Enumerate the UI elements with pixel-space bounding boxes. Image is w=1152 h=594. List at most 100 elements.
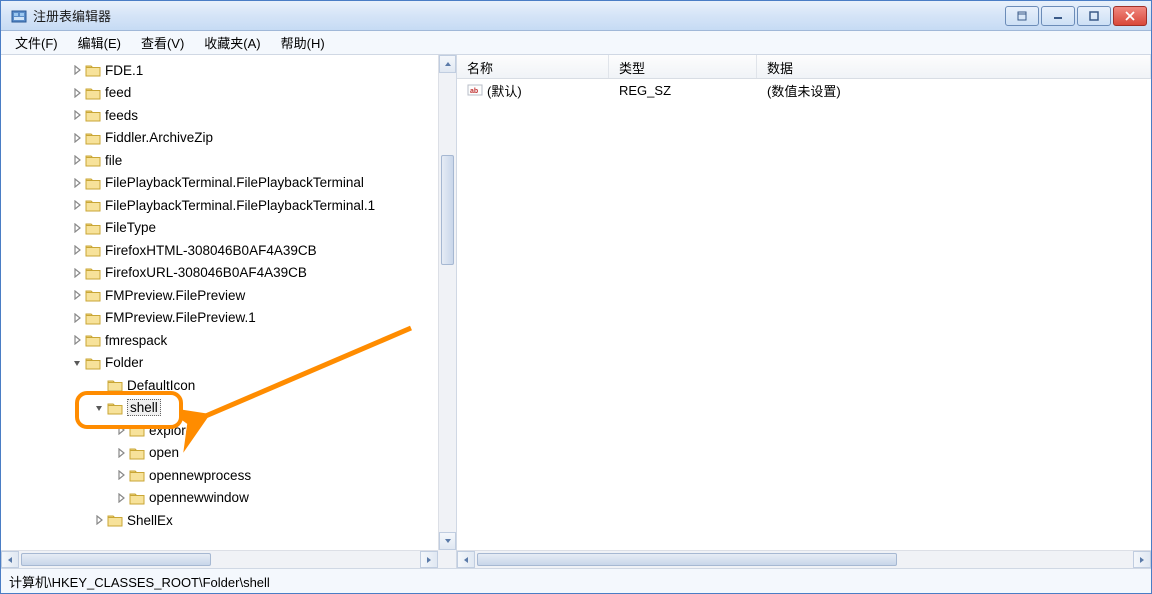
tree-item[interactable]: FMPreview.FilePreview.1 bbox=[1, 307, 438, 330]
tree-item[interactable]: shell bbox=[1, 397, 438, 420]
folder-icon bbox=[107, 401, 123, 415]
chevron-right-icon[interactable] bbox=[71, 87, 83, 99]
chevron-right-icon[interactable] bbox=[71, 132, 83, 144]
list-hscrollbar[interactable] bbox=[457, 550, 1151, 568]
minimize-help-button[interactable] bbox=[1005, 6, 1039, 26]
content-area: FDE.1 feed feedsFiddler.ArchiveZip file File… bbox=[1, 55, 1151, 568]
tree-item[interactable]: FirefoxURL-308046B0AF4A39CB bbox=[1, 262, 438, 285]
chevron-right-icon[interactable] bbox=[71, 177, 83, 189]
folder-icon bbox=[85, 356, 101, 370]
tree-item[interactable]: explore bbox=[1, 419, 438, 442]
tree-item-label: feed bbox=[105, 85, 131, 100]
list-scroll-left-button[interactable] bbox=[457, 551, 475, 568]
scroll-down-button[interactable] bbox=[439, 532, 456, 550]
regedit-icon bbox=[11, 8, 27, 24]
folder-icon bbox=[85, 333, 101, 347]
folder-icon bbox=[85, 63, 101, 77]
expander-none bbox=[93, 379, 105, 391]
tree-item[interactable]: FMPreview.FilePreview bbox=[1, 284, 438, 307]
tree-item[interactable]: FileType bbox=[1, 217, 438, 240]
scroll-right-button[interactable] bbox=[420, 551, 438, 568]
tree-item[interactable]: FilePlaybackTerminal.FilePlaybackTermina… bbox=[1, 194, 438, 217]
tree-view[interactable]: FDE.1 feed feedsFiddler.ArchiveZip file File… bbox=[1, 55, 438, 550]
maximize-button[interactable] bbox=[1077, 6, 1111, 26]
minimize-button[interactable] bbox=[1041, 6, 1075, 26]
chevron-right-icon[interactable] bbox=[71, 154, 83, 166]
tree-item[interactable]: feeds bbox=[1, 104, 438, 127]
tree-item[interactable]: ShellEx bbox=[1, 509, 438, 532]
folder-icon bbox=[129, 468, 145, 482]
column-data-header[interactable]: 数据 bbox=[757, 55, 1151, 78]
tree-item[interactable]: Fiddler.ArchiveZip bbox=[1, 127, 438, 150]
menu-file[interactable]: 文件(F) bbox=[7, 31, 66, 54]
window-controls bbox=[1005, 6, 1147, 26]
chevron-right-icon[interactable] bbox=[71, 222, 83, 234]
chevron-down-icon[interactable] bbox=[71, 357, 83, 369]
tree-hscrollbar[interactable] bbox=[1, 550, 438, 568]
tree-item-label: FileType bbox=[105, 220, 156, 235]
tree-item-label: opennewprocess bbox=[149, 468, 251, 483]
menu-edit[interactable]: 编辑(E) bbox=[70, 31, 129, 54]
chevron-right-icon[interactable] bbox=[71, 199, 83, 211]
folder-icon bbox=[85, 131, 101, 145]
close-button[interactable] bbox=[1113, 6, 1147, 26]
menu-view[interactable]: 查看(V) bbox=[133, 31, 192, 54]
tree-item-label: FirefoxHTML-308046B0AF4A39CB bbox=[105, 243, 317, 258]
column-name-header[interactable]: 名称 bbox=[457, 55, 609, 78]
tree-item-label: FilePlaybackTerminal.FilePlaybackTermina… bbox=[105, 175, 364, 190]
tree-item[interactable]: feed bbox=[1, 82, 438, 105]
tree-item-label: FMPreview.FilePreview bbox=[105, 288, 245, 303]
folder-icon bbox=[85, 243, 101, 257]
window-title: 注册表编辑器 bbox=[33, 6, 1005, 25]
list-scroll-right-button[interactable] bbox=[1133, 551, 1151, 568]
folder-icon bbox=[129, 446, 145, 460]
tree-item[interactable]: fmrespack bbox=[1, 329, 438, 352]
tree-item[interactable]: opennewwindow bbox=[1, 487, 438, 510]
list-cell-data: (数值未设置) bbox=[757, 81, 1151, 100]
svg-text:ab: ab bbox=[470, 88, 478, 95]
tree-item[interactable]: file bbox=[1, 149, 438, 172]
folder-icon bbox=[129, 491, 145, 505]
tree-item[interactable]: FirefoxHTML-308046B0AF4A39CB bbox=[1, 239, 438, 262]
tree-vscrollbar[interactable] bbox=[438, 55, 456, 550]
tree-item[interactable]: FilePlaybackTerminal.FilePlaybackTermina… bbox=[1, 172, 438, 195]
statusbar-path: 计算机\HKEY_CLASSES_ROOT\Folder\shell bbox=[9, 572, 270, 591]
tree-item-label: FilePlaybackTerminal.FilePlaybackTermina… bbox=[105, 198, 375, 213]
tree-item-label: Folder bbox=[105, 355, 143, 370]
chevron-right-icon[interactable] bbox=[71, 289, 83, 301]
tree-item[interactable]: Folder bbox=[1, 352, 438, 375]
tree-item-label: FirefoxURL-308046B0AF4A39CB bbox=[105, 265, 307, 280]
list-header: 名称 类型 数据 bbox=[457, 55, 1151, 79]
chevron-right-icon[interactable] bbox=[71, 64, 83, 76]
tree-vscroll-thumb[interactable] bbox=[441, 155, 454, 265]
chevron-right-icon[interactable] bbox=[71, 312, 83, 324]
chevron-right-icon[interactable] bbox=[115, 447, 127, 459]
chevron-right-icon[interactable] bbox=[93, 514, 105, 526]
menu-favorites[interactable]: 收藏夹(A) bbox=[196, 31, 268, 54]
chevron-right-icon[interactable] bbox=[71, 244, 83, 256]
chevron-right-icon[interactable] bbox=[71, 267, 83, 279]
folder-icon bbox=[85, 108, 101, 122]
list-hscroll-thumb[interactable] bbox=[477, 553, 897, 566]
list-row[interactable]: ab(默认)REG_SZ(数值未设置) bbox=[457, 79, 1151, 101]
scroll-left-button[interactable] bbox=[1, 551, 19, 568]
tree-item-label: file bbox=[105, 153, 122, 168]
chevron-right-icon[interactable] bbox=[115, 424, 127, 436]
chevron-right-icon[interactable] bbox=[115, 492, 127, 504]
scroll-up-button[interactable] bbox=[439, 55, 456, 73]
tree-item[interactable]: open bbox=[1, 442, 438, 465]
tree-item[interactable]: FDE.1 bbox=[1, 59, 438, 82]
chevron-down-icon[interactable] bbox=[93, 402, 105, 414]
chevron-right-icon[interactable] bbox=[71, 109, 83, 121]
tree-item[interactable]: opennewprocess bbox=[1, 464, 438, 487]
tree-hscroll-thumb[interactable] bbox=[21, 553, 211, 566]
titlebar: 注册表编辑器 bbox=[1, 1, 1151, 31]
menu-help[interactable]: 帮助(H) bbox=[273, 31, 333, 54]
column-type-header[interactable]: 类型 bbox=[609, 55, 757, 78]
tree-item[interactable]: DefaultIcon bbox=[1, 374, 438, 397]
chevron-right-icon[interactable] bbox=[115, 469, 127, 481]
list-body[interactable]: ab(默认)REG_SZ(数值未设置) bbox=[457, 79, 1151, 101]
tree-panel: FDE.1 feed feedsFiddler.ArchiveZip file File… bbox=[1, 55, 457, 568]
folder-icon bbox=[85, 266, 101, 280]
chevron-right-icon[interactable] bbox=[71, 334, 83, 346]
